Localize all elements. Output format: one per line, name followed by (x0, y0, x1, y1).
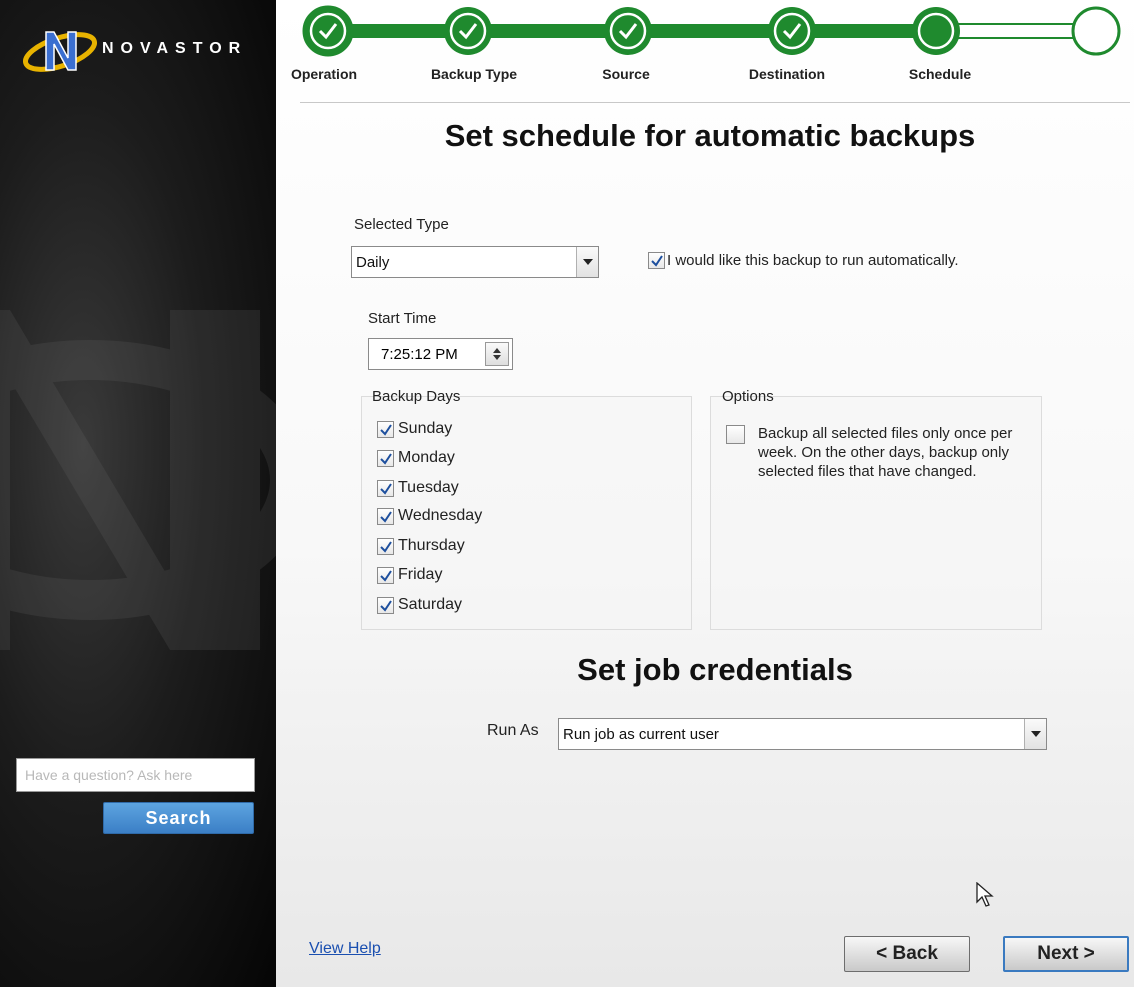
checkmark-icon (380, 540, 392, 553)
ask-question-input[interactable] (16, 758, 255, 792)
step-label-destination: Destination (748, 66, 826, 82)
credentials-title: Set job credentials (577, 652, 853, 687)
wizard-panel: Operation Backup Type Source Destination… (276, 0, 1134, 987)
day-sunday[interactable]: Sunday (377, 420, 452, 438)
chevron-down-icon[interactable] (576, 247, 598, 277)
brand-watermark-icon (0, 310, 276, 650)
step-operation-check-icon (302, 5, 354, 57)
step-finish-pending-icon (1071, 6, 1121, 56)
day-saturday-checkbox[interactable] (377, 596, 394, 614)
step-backup-type-check-icon (444, 7, 492, 55)
auto-run-label: I would like this backup to run automati… (667, 252, 959, 269)
start-time-value: 7:25:12 PM (381, 345, 458, 363)
weekly-full-backup-checkbox[interactable] (726, 425, 745, 444)
step-destination-check-icon (768, 7, 816, 55)
checkmark-icon (651, 255, 663, 267)
mouse-cursor-icon (976, 882, 994, 907)
day-monday[interactable]: Monday (377, 449, 455, 467)
selected-type-value: Daily (356, 253, 390, 271)
day-sunday-label: Sunday (398, 420, 453, 437)
checkmark-icon (380, 482, 392, 495)
day-friday-checkbox[interactable] (377, 566, 394, 584)
search-button[interactable]: Search (103, 802, 254, 834)
day-monday-label: Monday (398, 449, 455, 466)
run-as-label: Run As (487, 722, 539, 739)
schedule-title: Set schedule for automatic backups (444, 118, 976, 153)
checkmark-icon (380, 569, 392, 582)
day-saturday-label: Saturday (398, 596, 463, 613)
time-spinner-icon[interactable] (485, 342, 509, 366)
day-wednesday[interactable]: Wednesday (377, 507, 482, 525)
day-thursday-label: Thursday (398, 537, 465, 554)
step-schedule-current-icon (912, 7, 960, 55)
day-thursday-checkbox[interactable] (377, 537, 394, 555)
step-label-operation: Operation (290, 66, 358, 82)
brand-wordmark: NOVASTOR (102, 40, 248, 57)
step-label-source: Source (602, 66, 650, 82)
run-as-value: Run job as current user (563, 725, 719, 743)
step-label-backup-type: Backup Type (430, 66, 518, 82)
auto-run-option[interactable]: I would like this backup to run automati… (648, 252, 959, 269)
checkmark-icon (380, 510, 392, 523)
day-friday[interactable]: Friday (377, 566, 442, 584)
header-divider (300, 102, 1130, 103)
day-tuesday[interactable]: Tuesday (377, 479, 459, 497)
day-friday-label: Friday (398, 566, 443, 583)
day-wednesday-checkbox[interactable] (377, 507, 394, 525)
weekly-full-backup-text: Backup all selected files only once per … (758, 425, 1013, 480)
brand-logo: NOVASTOR (20, 20, 260, 80)
start-time-label: Start Time (368, 310, 437, 327)
wizard-stepper: Operation Backup Type Source Destination… (276, 0, 1134, 100)
options-label: Options (722, 388, 774, 405)
checkmark-icon (380, 452, 392, 465)
day-monday-checkbox[interactable] (377, 449, 394, 467)
step-source-check-icon (604, 7, 652, 55)
day-tuesday-checkbox[interactable] (377, 479, 394, 497)
day-sunday-checkbox[interactable] (377, 420, 394, 438)
checkmark-icon (380, 599, 392, 612)
run-as-dropdown[interactable]: Run job as current user (558, 718, 1047, 750)
novastor-logo-icon (22, 31, 98, 72)
chevron-down-icon[interactable] (1024, 719, 1046, 749)
selected-type-label: Selected Type (354, 216, 449, 233)
day-tuesday-label: Tuesday (398, 479, 459, 496)
selected-type-dropdown[interactable]: Daily (351, 246, 599, 278)
view-help-link[interactable]: View Help (309, 940, 381, 958)
checkmark-icon (380, 423, 392, 436)
back-button[interactable]: < Back (844, 936, 970, 972)
step-label-schedule: Schedule (908, 66, 972, 82)
day-thursday[interactable]: Thursday (377, 537, 465, 555)
next-button[interactable]: Next > (1003, 936, 1129, 972)
day-saturday[interactable]: Saturday (377, 596, 462, 614)
sidebar: NOVASTOR Search (0, 0, 276, 987)
day-wednesday-label: Wednesday (398, 507, 483, 524)
backup-days-label: Backup Days (372, 388, 461, 405)
auto-run-checkbox[interactable] (648, 252, 665, 269)
start-time-picker[interactable]: 7:25:12 PM (368, 338, 513, 370)
stepper-track (328, 23, 1097, 39)
